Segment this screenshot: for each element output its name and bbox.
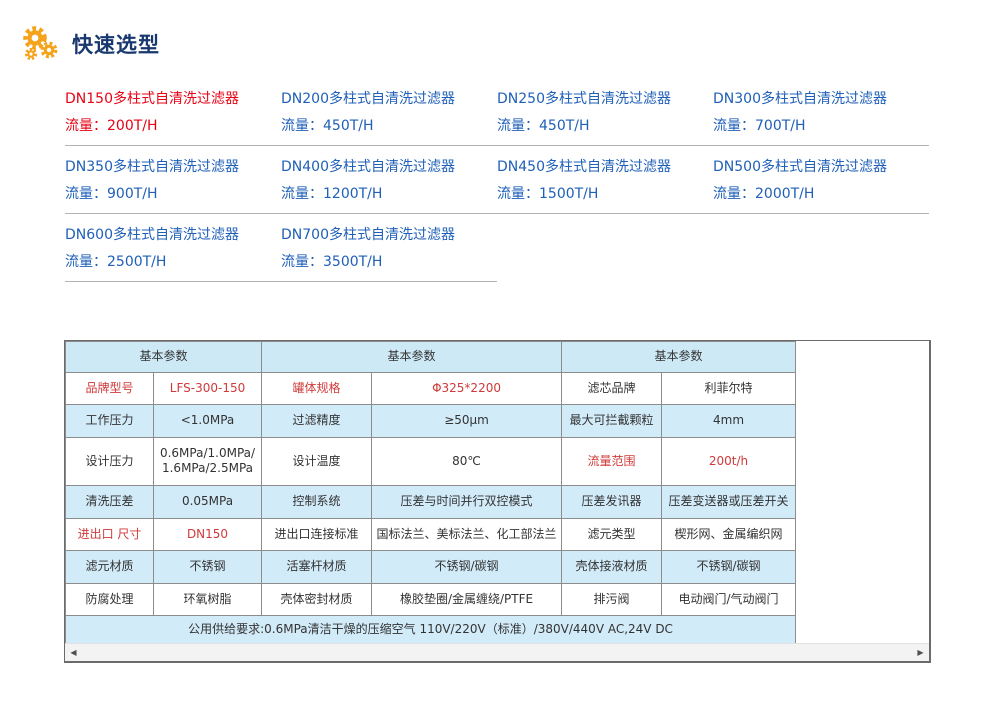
table-row: 滤元材质 不锈钢 活塞杆材质 不锈钢/碳钢 壳体接液材质 不锈钢/碳钢 <box>66 551 796 584</box>
product-link-label[interactable]: DN350多柱式自清洗过滤器 <box>65 158 257 177</box>
product-link-label[interactable]: DN150多柱式自清洗过滤器 <box>65 90 257 109</box>
param-value: 国标法兰、美标法兰、化工部法兰 <box>372 518 562 551</box>
param-value: 环氧树脂 <box>154 583 262 616</box>
table-footer-row: 公用供给要求:0.6MPa清洁干燥的压缩空气 110V/220V（标准）/380… <box>66 616 796 645</box>
gears-icon <box>22 26 58 62</box>
param-label: 防腐处理 <box>66 583 154 616</box>
param-label: 最大可拦截颗粒 <box>562 405 662 438</box>
param-value: 压差与时间并行双控模式 <box>372 485 562 518</box>
product-link-label[interactable]: DN700多柱式自清洗过滤器 <box>281 226 473 245</box>
product-flow-label: 流量：450T/H <box>497 117 689 136</box>
product-flow-label: 流量：2500T/H <box>65 253 257 272</box>
param-value: <1.0MPa <box>154 405 262 438</box>
product-link-dn450[interactable]: DN450多柱式自清洗过滤器 流量：1500T/H <box>497 146 713 214</box>
param-value: 0.05MPa <box>154 485 262 518</box>
param-label: 清洗压差 <box>66 485 154 518</box>
page-title: 快速选型 <box>72 29 160 59</box>
section-header: 快速选型 <box>22 26 160 62</box>
product-flow-label: 流量：450T/H <box>281 117 473 136</box>
horizontal-scrollbar[interactable]: ◀ ▶ <box>65 643 929 661</box>
product-flow-label: 流量：1500T/H <box>497 185 689 204</box>
param-value: 利菲尔特 <box>662 372 796 405</box>
product-link-label[interactable]: DN450多柱式自清洗过滤器 <box>497 158 689 177</box>
param-value: 橡胶垫圈/金属缠绕/PTFE <box>372 583 562 616</box>
product-link-dn200[interactable]: DN200多柱式自清洗过滤器 流量：450T/H <box>281 78 497 146</box>
product-flow-label: 流量：3500T/H <box>281 253 473 272</box>
param-value: 200t/h <box>662 437 796 485</box>
param-label: 罐体规格 <box>262 372 372 405</box>
param-label: 滤元材质 <box>66 551 154 584</box>
product-link-label[interactable]: DN200多柱式自清洗过滤器 <box>281 90 473 109</box>
product-link-label[interactable]: DN500多柱式自清洗过滤器 <box>713 158 905 177</box>
table-row: 清洗压差 0.05MPa 控制系统 压差与时间并行双控模式 压差发讯器 压差变送… <box>66 485 796 518</box>
param-value: 不锈钢 <box>154 551 262 584</box>
param-value: 0.6MPa/1.0MPa/1.6MPa/2.5MPa <box>154 437 262 485</box>
param-value: 4mm <box>662 405 796 438</box>
param-label: 进出口连接标准 <box>262 518 372 551</box>
product-link-dn300[interactable]: DN300多柱式自清洗过滤器 流量：700T/H <box>713 78 929 146</box>
header-cell: 基本参数 <box>262 342 562 373</box>
param-value: 压差变送器或压差开关 <box>662 485 796 518</box>
table-row: 工作压力 <1.0MPa 过滤精度 ≥50μm 最大可拦截颗粒 4mm <box>66 405 796 438</box>
param-label: 控制系统 <box>262 485 372 518</box>
param-label: 壳体接液材质 <box>562 551 662 584</box>
utility-requirements: 公用供给要求:0.6MPa清洁干燥的压缩空气 110V/220V（标准）/380… <box>66 616 796 645</box>
param-label: 设计温度 <box>262 437 372 485</box>
product-link-label[interactable]: DN400多柱式自清洗过滤器 <box>281 158 473 177</box>
param-value: 不锈钢/碳钢 <box>662 551 796 584</box>
param-label: 壳体密封材质 <box>262 583 372 616</box>
param-value: ≥50μm <box>372 405 562 438</box>
param-label: 压差发讯器 <box>562 485 662 518</box>
param-label: 流量范围 <box>562 437 662 485</box>
spec-table: 基本参数 基本参数 基本参数 品牌型号 LFS-300-150 罐体规格 Φ32… <box>65 341 796 645</box>
product-flow-label: 流量：2000T/H <box>713 185 905 204</box>
param-label: 品牌型号 <box>66 372 154 405</box>
table-row: 品牌型号 LFS-300-150 罐体规格 Φ325*2200 滤芯品牌 利菲尔… <box>66 372 796 405</box>
product-link-dn500[interactable]: DN500多柱式自清洗过滤器 流量：2000T/H <box>713 146 929 214</box>
product-link-dn250[interactable]: DN250多柱式自清洗过滤器 流量：450T/H <box>497 78 713 146</box>
spec-table-container: 基本参数 基本参数 基本参数 品牌型号 LFS-300-150 罐体规格 Φ32… <box>64 340 931 663</box>
header-cell: 基本参数 <box>66 342 262 373</box>
param-value: DN150 <box>154 518 262 551</box>
product-flow-label: 流量：200T/H <box>65 117 257 136</box>
product-link-dn600[interactable]: DN600多柱式自清洗过滤器 流量：2500T/H <box>65 214 281 282</box>
product-link-dn400[interactable]: DN400多柱式自清洗过滤器 流量：1200T/H <box>281 146 497 214</box>
table-row: 进出口 尺寸 DN150 进出口连接标准 国标法兰、美标法兰、化工部法兰 滤元类… <box>66 518 796 551</box>
param-value: LFS-300-150 <box>154 372 262 405</box>
scroll-left-icon[interactable]: ◀ <box>65 644 82 661</box>
table-row: 防腐处理 环氧树脂 壳体密封材质 橡胶垫圈/金属缠绕/PTFE 排污阀 电动阀门… <box>66 583 796 616</box>
product-link-label[interactable]: DN250多柱式自清洗过滤器 <box>497 90 689 109</box>
param-label: 滤元类型 <box>562 518 662 551</box>
page: { "header": { "title": "快速选型" }, "quick_… <box>0 0 983 708</box>
scroll-right-icon[interactable]: ▶ <box>912 644 929 661</box>
table-header-row: 基本参数 基本参数 基本参数 <box>66 342 796 373</box>
param-value: 不锈钢/碳钢 <box>372 551 562 584</box>
param-label: 活塞杆材质 <box>262 551 372 584</box>
product-flow-label: 流量：700T/H <box>713 117 905 136</box>
param-label: 进出口 尺寸 <box>66 518 154 551</box>
param-label: 滤芯品牌 <box>562 372 662 405</box>
param-label: 设计压力 <box>66 437 154 485</box>
param-value: 电动阀门/气动阀门 <box>662 583 796 616</box>
product-flow-label: 流量：1200T/H <box>281 185 473 204</box>
param-label: 工作压力 <box>66 405 154 438</box>
product-link-label[interactable]: DN300多柱式自清洗过滤器 <box>713 90 905 109</box>
product-link-label[interactable]: DN600多柱式自清洗过滤器 <box>65 226 257 245</box>
param-value: 楔形网、金属编织网 <box>662 518 796 551</box>
header-cell: 基本参数 <box>562 342 796 373</box>
table-row: 设计压力 0.6MPa/1.0MPa/1.6MPa/2.5MPa 设计温度 80… <box>66 437 796 485</box>
param-label: 排污阀 <box>562 583 662 616</box>
param-value: 80℃ <box>372 437 562 485</box>
product-link-dn350[interactable]: DN350多柱式自清洗过滤器 流量：900T/H <box>65 146 281 214</box>
param-value: Φ325*2200 <box>372 372 562 405</box>
product-link-dn150[interactable]: DN150多柱式自清洗过滤器 流量：200T/H <box>65 78 281 146</box>
quick-selection-grid: DN150多柱式自清洗过滤器 流量：200T/H DN200多柱式自清洗过滤器 … <box>65 78 929 282</box>
product-link-dn700[interactable]: DN700多柱式自清洗过滤器 流量：3500T/H <box>281 214 497 282</box>
product-flow-label: 流量：900T/H <box>65 185 257 204</box>
param-label: 过滤精度 <box>262 405 372 438</box>
